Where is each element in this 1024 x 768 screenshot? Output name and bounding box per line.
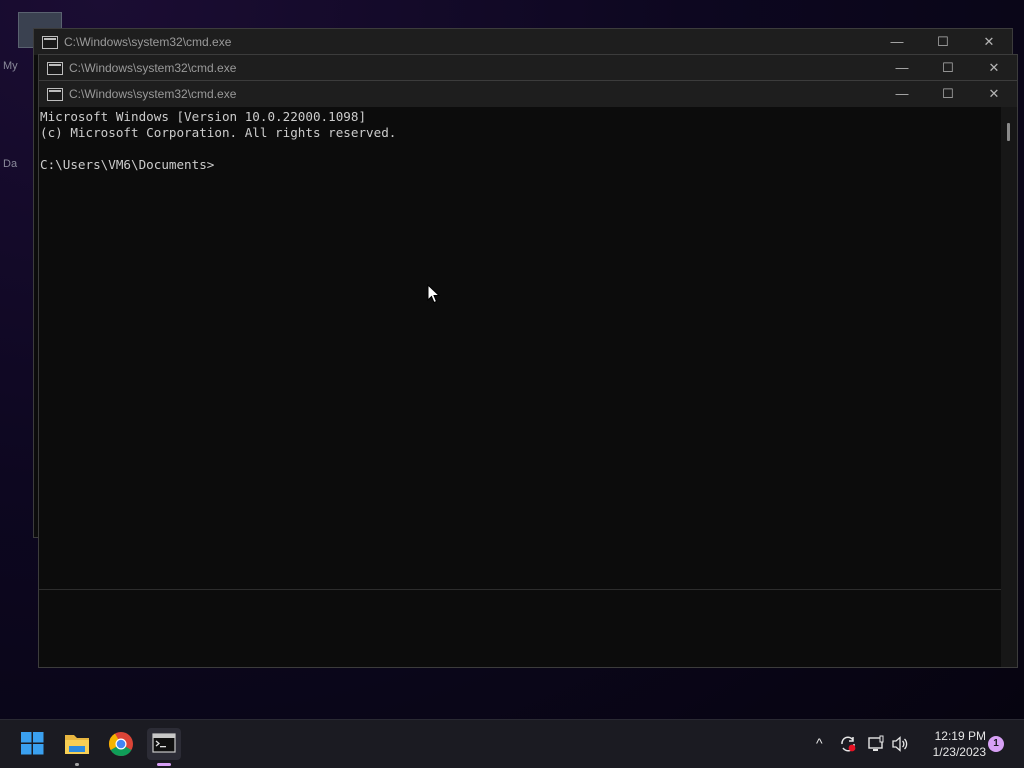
mouse-cursor-icon	[427, 284, 441, 304]
running-indicator	[75, 763, 79, 766]
vertical-scrollbar[interactable]	[1001, 107, 1017, 589]
minimize-button[interactable]: —	[874, 29, 920, 55]
volume-icon[interactable]	[890, 734, 910, 754]
cmd-icon	[47, 88, 63, 101]
close-button[interactable]: ✕	[971, 55, 1017, 81]
maximize-button[interactable]: ☐	[925, 55, 971, 81]
cmd-icon	[42, 36, 58, 49]
desktop-label: My	[3, 60, 18, 72]
console-output[interactable]: Microsoft Windows [Version 10.0.22000.10…	[39, 107, 1001, 589]
window-title: C:\Windows\system32\cmd.exe	[69, 61, 237, 75]
chrome-button[interactable]	[104, 728, 138, 760]
active-indicator	[157, 763, 171, 766]
network-icon[interactable]	[866, 734, 886, 754]
console-prompt[interactable]: C:\Users\VM6\Documents>	[40, 157, 1001, 173]
clock-time: 12:19 PM	[934, 729, 986, 743]
cmd-icon	[47, 62, 63, 75]
sync-icon[interactable]	[838, 734, 858, 754]
cmd-window-front[interactable]: C:\Windows\system32\cmd.exe — ☐ ✕ Micros…	[38, 80, 1018, 668]
scrollbar-thumb[interactable]	[1007, 123, 1010, 141]
close-button[interactable]: ✕	[971, 81, 1017, 107]
notification-badge[interactable]: 1	[988, 736, 1004, 752]
file-explorer-button[interactable]	[60, 728, 94, 766]
console-line: (c) Microsoft Corporation. All rights re…	[40, 125, 397, 140]
terminal-icon	[152, 733, 176, 753]
titlebar[interactable]: C:\Windows\system32\cmd.exe — ☐ ✕	[34, 29, 1012, 55]
maximize-button[interactable]: ☐	[925, 81, 971, 107]
minimize-button[interactable]: —	[879, 55, 925, 81]
clock-date: 1/23/2023	[932, 745, 986, 759]
maximize-button[interactable]: ☐	[920, 29, 966, 55]
window-title: C:\Windows\system32\cmd.exe	[69, 87, 237, 101]
titlebar[interactable]: C:\Windows\system32\cmd.exe — ☐ ✕	[39, 55, 1017, 81]
scrollbar-track	[1001, 589, 1017, 667]
desktop-label: Da	[3, 158, 18, 170]
titlebar[interactable]: C:\Windows\system32\cmd.exe — ☐ ✕	[39, 81, 1017, 107]
folder-icon	[65, 735, 89, 754]
minimize-button[interactable]: —	[879, 81, 925, 107]
start-button[interactable]	[15, 728, 49, 760]
command-prompt-button[interactable]	[147, 728, 181, 766]
window-title: C:\Windows\system32\cmd.exe	[64, 35, 232, 49]
close-button[interactable]: ✕	[966, 29, 1012, 55]
taskbar: ^ 12:19 PM 1/23/2023 1	[0, 719, 1024, 768]
clock[interactable]: 12:19 PM 1/23/2023	[912, 728, 986, 760]
chrome-icon	[108, 732, 133, 757]
windows-logo-icon	[21, 732, 44, 755]
show-hidden-icons-chevron-icon[interactable]: ^	[816, 735, 823, 751]
console-line: Microsoft Windows [Version 10.0.22000.10…	[40, 109, 367, 124]
console-lower-area	[39, 589, 1001, 667]
